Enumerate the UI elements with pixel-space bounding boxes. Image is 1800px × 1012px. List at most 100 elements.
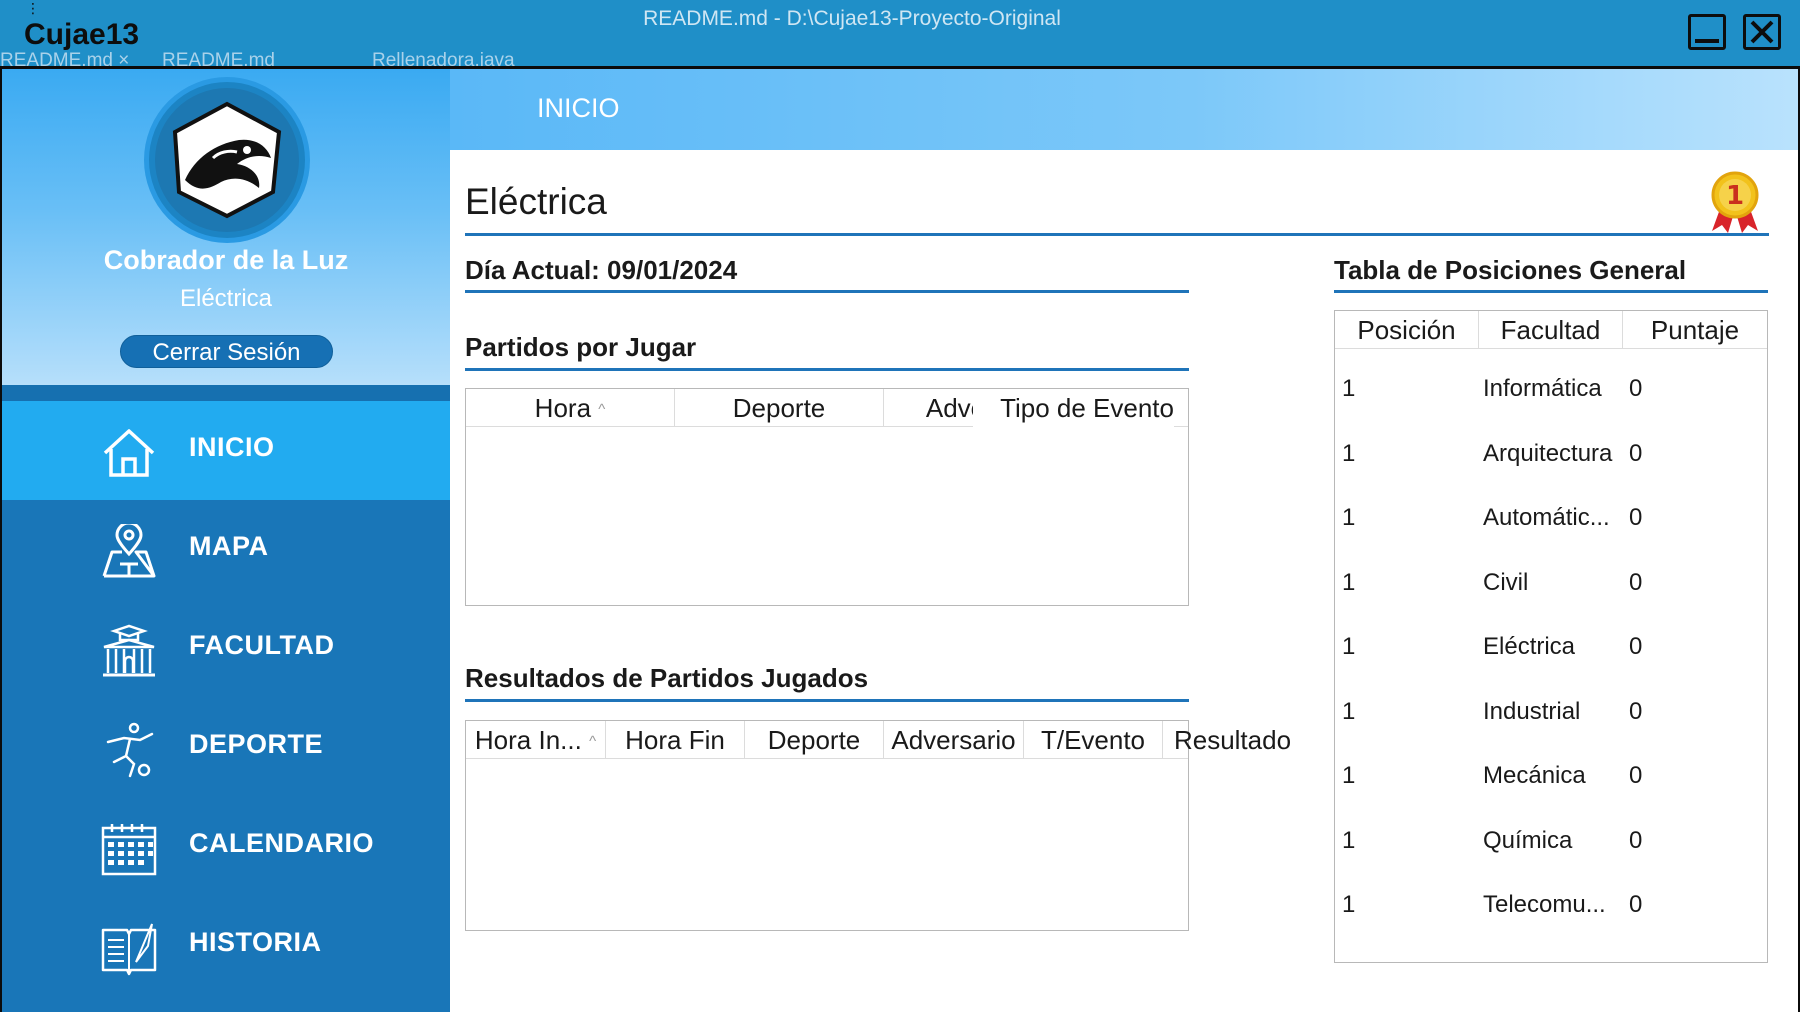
user-faculty: Eléctrica — [179, 285, 273, 312]
editor-tab[interactable]: README.md × — [0, 50, 129, 66]
score-cell: 0 — [1629, 826, 1643, 854]
position-cell: 1 — [1342, 633, 1356, 660]
sidebar-item-label: CALENDARIO — [189, 828, 374, 858]
position-cell: 1 — [1342, 697, 1356, 725]
column-header-hora-fin[interactable]: Hora Fin — [606, 721, 745, 759]
faculty-cell: Telecomu... — [1483, 891, 1606, 918]
column-header-adversario[interactable]: Adversario — [884, 721, 1024, 759]
section-divider — [465, 290, 1189, 293]
table-header: Posición Facultad Puntaje — [1335, 311, 1767, 349]
sidebar-item-label: FACULTAD — [189, 630, 335, 660]
current-day: Día Actual: 09/01/2024 — [465, 255, 738, 285]
table-row[interactable]: 1 Arquitectura 0 — [1335, 420, 1767, 484]
position-cell: 1 — [1342, 891, 1356, 918]
table-header: Hora ^ Deporte Adversario Tipo de Evento — [466, 389, 1188, 427]
table-row[interactable]: 1 Automátic... 0 — [1335, 484, 1767, 548]
sidebar-item-label: MAPA — [189, 531, 269, 561]
score-cell: 0 — [1629, 762, 1643, 789]
sidebar-item-calendario[interactable]: CALENDARIO — [2, 797, 450, 896]
profile-panel: Cobrador de la Luz Eléctrica Cerrar Sesi… — [2, 69, 450, 385]
table-header: Hora In... ^ Hora Fin Deporte Adversario… — [466, 721, 1291, 759]
section-divider — [465, 699, 1189, 702]
position-cell: 1 — [1342, 762, 1356, 789]
column-header-posicion[interactable]: Posición — [1335, 311, 1479, 349]
score-cell: 0 — [1629, 891, 1643, 918]
sidebar-item-deporte[interactable]: DEPORTE — [2, 698, 450, 797]
column-header-hora[interactable]: Hora ^ — [466, 389, 675, 427]
faculty-logo-icon — [172, 101, 282, 219]
score-cell: 0 — [1629, 504, 1643, 531]
score-cell: 0 — [1629, 375, 1643, 402]
map-icon — [102, 524, 156, 578]
sidebar-item-historia[interactable]: HISTORIA — [2, 896, 450, 995]
table-row[interactable]: 1 Informática 0 — [1335, 355, 1767, 419]
sidebar-item-label: DEPORTE — [189, 729, 324, 759]
column-header-tipo-evento[interactable]: Tipo de Evento — [973, 389, 1188, 427]
column-label: Tipo de Evento — [973, 389, 1174, 427]
score-cell: 0 — [1629, 697, 1643, 725]
sidebar-item-label: HISTORIA — [189, 927, 322, 957]
score-cell: 0 — [1629, 633, 1643, 660]
sort-ascending-icon: ^ — [598, 401, 606, 419]
position-cell: 1 — [1342, 504, 1356, 531]
faculty-title: Eléctrica — [465, 181, 607, 222]
sport-player-icon — [106, 722, 154, 778]
faculty-cell: Automátic... — [1483, 504, 1610, 531]
home-icon — [103, 429, 155, 477]
editor-tab[interactable]: README.md — [162, 50, 275, 66]
table-row[interactable]: 1 Industrial 0 — [1335, 678, 1767, 742]
results-title: Resultados de Partidos Jugados — [465, 663, 869, 693]
faculty-cell: Mecánica — [1483, 762, 1586, 789]
column-header-puntaje[interactable]: Puntaje — [1623, 311, 1767, 349]
section-divider — [1334, 290, 1768, 293]
sidebar-item-mapa[interactable]: MAPA — [2, 500, 450, 599]
history-book-icon — [101, 923, 157, 976]
editor-tab[interactable]: Rellenadora.java — [372, 50, 515, 66]
column-header-deporte[interactable]: Deporte — [745, 721, 884, 759]
column-header-hora-inicio[interactable]: Hora In... ^ — [466, 721, 606, 759]
standings-title: Tabla de Posiciones General — [1334, 255, 1687, 285]
editor-tabs: README.md × README.md Rellenadora.java — [0, 50, 700, 66]
standings-table[interactable]: Posición Facultad Puntaje 1 Informática 0 1… — [1334, 310, 1768, 963]
column-header-tipo-evento[interactable]: T/Evento — [1024, 721, 1163, 759]
user-name: Cobrador de la Luz — [103, 245, 349, 275]
table-row[interactable]: 1 Telecomu... 0 — [1335, 871, 1767, 935]
title-bar: ⋮ README.md - D:\Cujae13-Proyecto-Origin… — [0, 0, 1800, 66]
table-row[interactable]: 1 Civil 0 — [1335, 549, 1767, 613]
title-divider — [465, 233, 1769, 236]
upcoming-table[interactable]: Hora ^ Deporte Adversario Tipo de Evento — [465, 388, 1189, 606]
close-icon — [1750, 20, 1774, 44]
faculty-cell: Eléctrica — [1483, 633, 1576, 660]
sidebar: Cobrador de la Luz Eléctrica Cerrar Sesi… — [2, 69, 450, 1012]
position-cell: 1 — [1342, 375, 1356, 402]
window-title: README.md - D:\Cujae13-Proyecto-Original — [643, 7, 1061, 30]
column-header-facultad[interactable]: Facultad — [1479, 311, 1623, 349]
close-button[interactable] — [1743, 14, 1781, 50]
results-table[interactable]: Hora In... ^ Hora Fin Deporte Adversario… — [465, 720, 1291, 931]
sort-ascending-icon: ^ — [589, 733, 597, 751]
minimize-button[interactable] — [1688, 14, 1726, 50]
faculty-cell: Industrial — [1483, 697, 1581, 725]
table-row[interactable]: 1 Química 0 — [1335, 807, 1767, 871]
medal-icon: 1 — [1711, 171, 1759, 233]
avatar — [144, 77, 310, 243]
sidebar-item-inicio[interactable]: INICIO — [2, 401, 450, 500]
calendar-icon — [101, 824, 157, 876]
table-row[interactable]: 1 Eléctrica 0 — [1335, 613, 1767, 677]
table-row[interactable]: 1 Mecánica 0 — [1335, 742, 1767, 806]
column-header-deporte[interactable]: Deporte — [675, 389, 884, 427]
position-cell: 1 — [1342, 568, 1356, 596]
page-header: INICIO — [450, 69, 1798, 150]
position-cell: 1 — [1342, 439, 1356, 467]
column-label: Hora In... — [474, 725, 582, 755]
sidebar-item-facultad[interactable]: FACULTAD — [2, 599, 450, 698]
faculty-cell: Civil — [1483, 568, 1529, 596]
section-divider — [465, 368, 1189, 371]
app-title: Cujae13 — [24, 18, 140, 51]
column-header-resultado[interactable]: Resultado — [1163, 721, 1302, 759]
logout-button[interactable]: Cerrar Sesión — [120, 335, 333, 368]
faculty-cell: Informática — [1483, 375, 1602, 402]
upcoming-title: Partidos por Jugar — [465, 332, 697, 362]
position-cell: 1 — [1342, 826, 1356, 854]
score-cell: 0 — [1629, 568, 1643, 596]
